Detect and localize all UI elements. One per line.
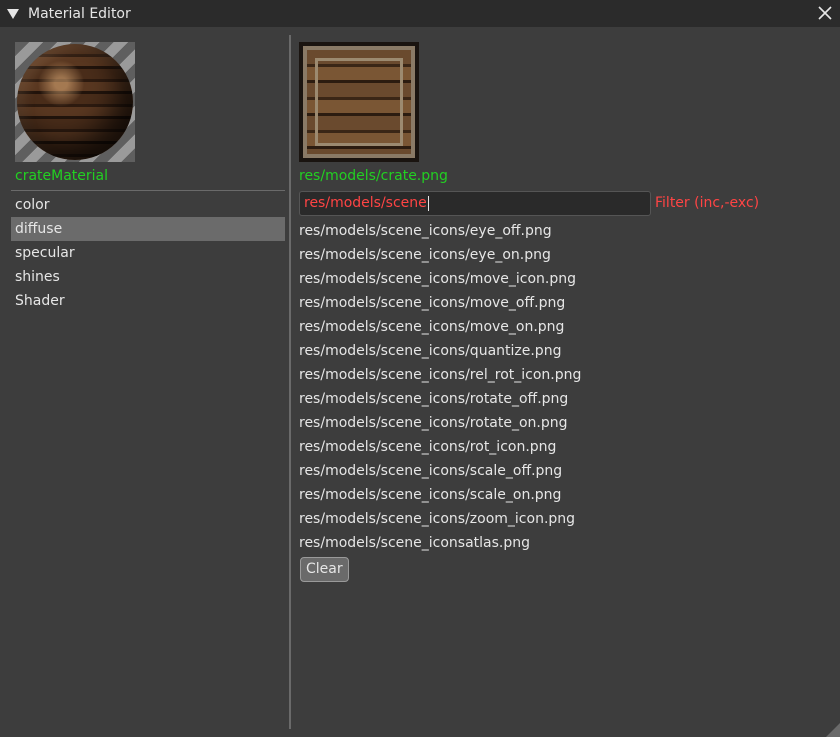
file-item[interactable]: res/models/scene_icons/rotate_on.png xyxy=(299,411,581,435)
file-item[interactable]: res/models/scene_icons/rot_icon.png xyxy=(299,435,581,459)
property-item-shines[interactable]: shines xyxy=(11,265,285,289)
panel-splitter[interactable] xyxy=(289,35,291,729)
collapse-triangle-icon[interactable] xyxy=(7,8,19,19)
property-item-shader[interactable]: Shader xyxy=(11,289,285,313)
texture-path: res/models/crate.png xyxy=(299,168,448,184)
file-item[interactable]: res/models/scene_icons/move_on.png xyxy=(299,315,581,339)
file-item[interactable]: res/models/scene_icons/zoom_icon.png xyxy=(299,507,581,531)
file-list: res/models/scene_icons/eye_off.png res/m… xyxy=(299,219,581,555)
window-title: Material Editor xyxy=(28,5,131,22)
title-bar[interactable]: Material Editor xyxy=(0,0,840,27)
texture-preview xyxy=(299,42,419,162)
material-preview xyxy=(15,42,135,162)
file-item[interactable]: res/models/scene_iconsatlas.png xyxy=(299,531,581,555)
divider xyxy=(11,190,285,191)
file-item[interactable]: res/models/scene_icons/rotate_off.png xyxy=(299,387,581,411)
property-item-specular[interactable]: specular xyxy=(11,241,285,265)
filter-label: Filter (inc,-exc) xyxy=(655,195,760,211)
filter-input-value: res/models/scene xyxy=(304,195,427,211)
crate-texture-image xyxy=(303,46,415,158)
clear-button[interactable]: Clear xyxy=(300,557,349,582)
property-list: color diffuse specular shines Shader xyxy=(11,193,285,313)
filter-input[interactable]: res/models/scene xyxy=(299,191,651,216)
file-item[interactable]: res/models/scene_icons/scale_on.png xyxy=(299,483,581,507)
material-sphere-preview xyxy=(17,44,133,160)
material-name: crateMaterial xyxy=(15,168,109,184)
file-item[interactable]: res/models/scene_icons/move_off.png xyxy=(299,291,581,315)
property-item-color[interactable]: color xyxy=(11,193,285,217)
file-item[interactable]: res/models/scene_icons/scale_off.png xyxy=(299,459,581,483)
resize-grip-icon[interactable] xyxy=(826,723,840,737)
file-item[interactable]: res/models/scene_icons/eye_on.png xyxy=(299,243,581,267)
file-item[interactable]: res/models/scene_icons/rel_rot_icon.png xyxy=(299,363,581,387)
property-item-diffuse[interactable]: diffuse xyxy=(11,217,285,241)
close-icon[interactable] xyxy=(816,4,834,22)
file-item[interactable]: res/models/scene_icons/eye_off.png xyxy=(299,219,581,243)
file-item[interactable]: res/models/scene_icons/move_icon.png xyxy=(299,267,581,291)
file-item[interactable]: res/models/scene_icons/quantize.png xyxy=(299,339,581,363)
